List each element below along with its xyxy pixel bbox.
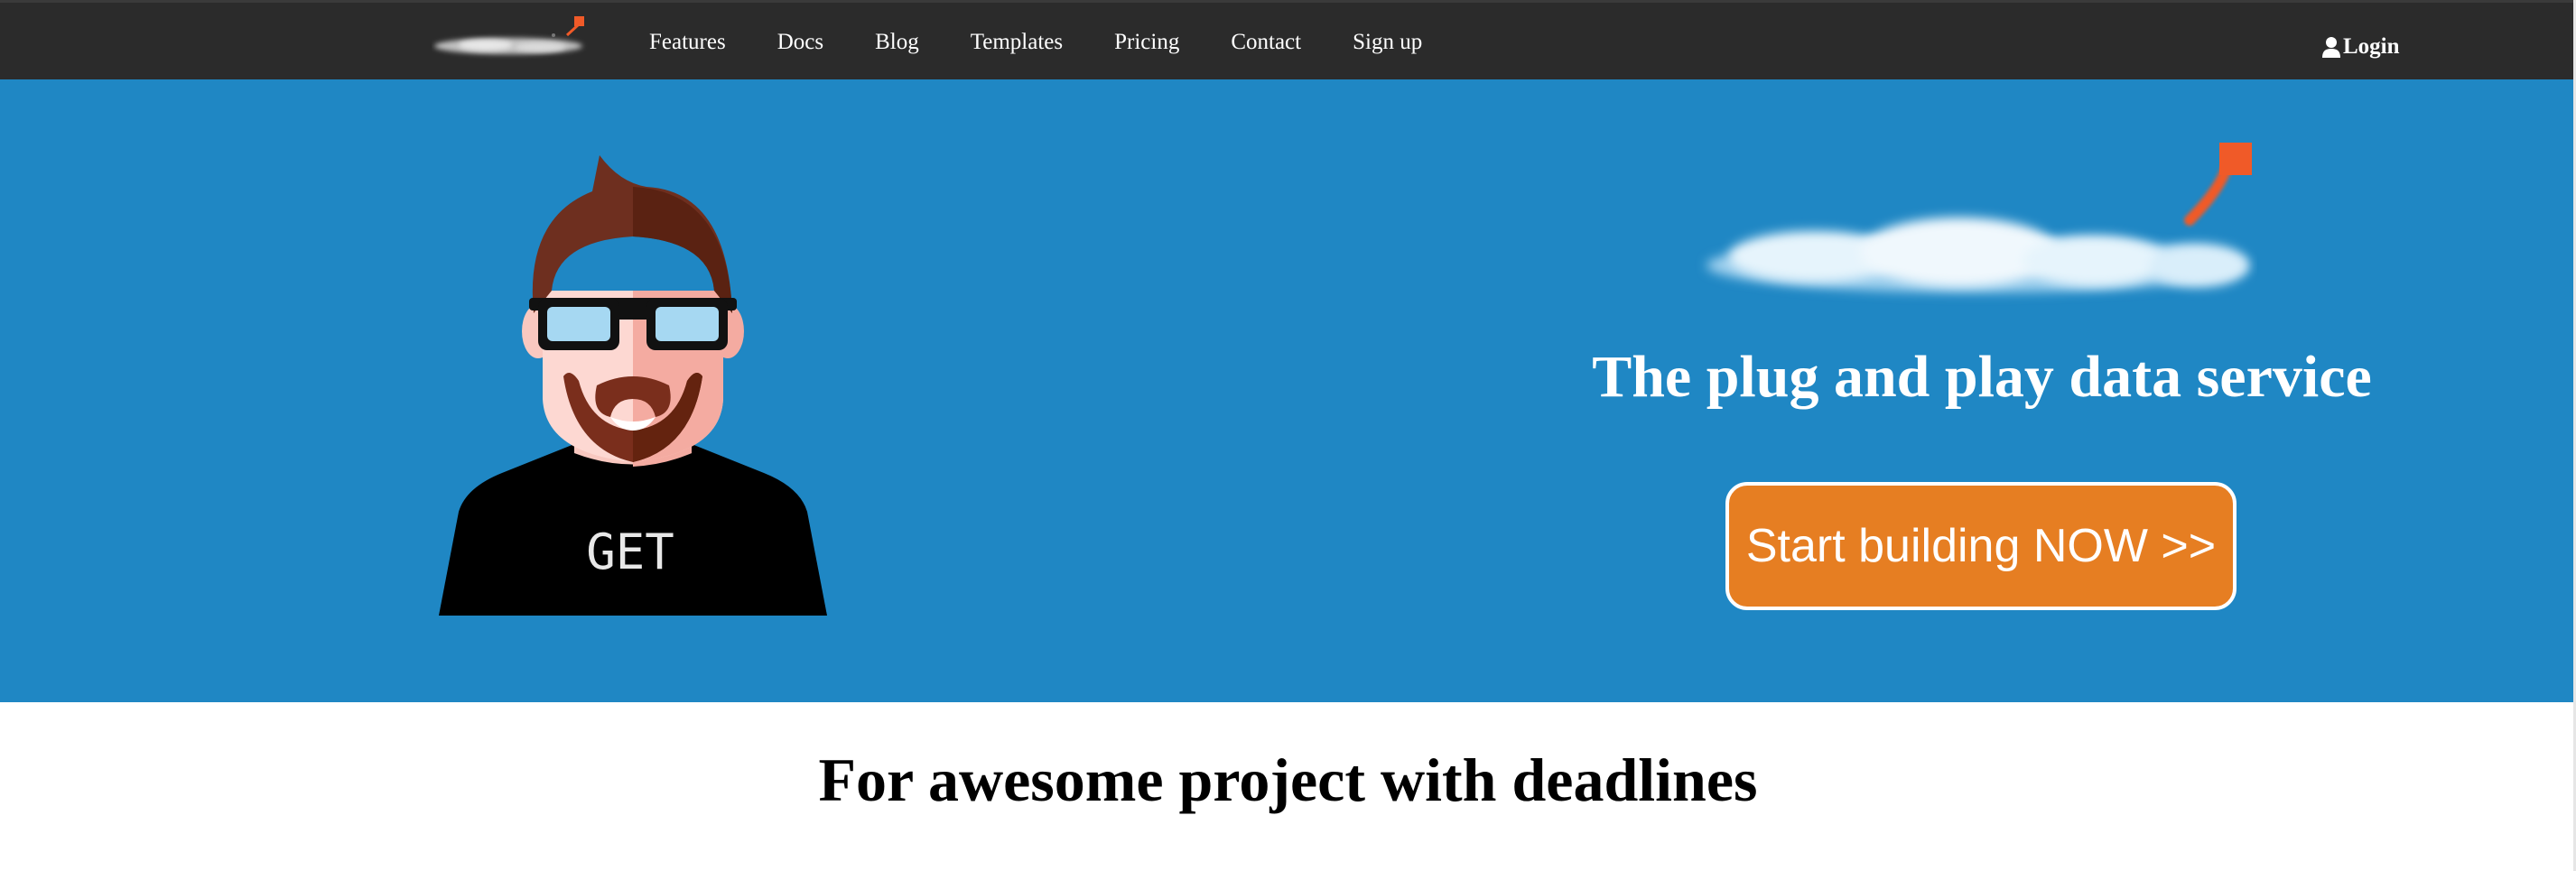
- section-title: For awesome project with deadlines: [818, 746, 1758, 814]
- hero-tagline: The plug and play data service: [1592, 344, 2372, 410]
- nav-link-templates[interactable]: Templates: [971, 30, 1063, 55]
- hero-section: GET The plug and play data service Start…: [0, 79, 2573, 702]
- nav-links: Features Docs Blog Templates Pricing Con…: [649, 3, 1474, 82]
- nav-link-blog[interactable]: Blog: [875, 30, 919, 55]
- nav-link-contact[interactable]: Contact: [1231, 30, 1301, 55]
- user-icon: [2322, 37, 2340, 58]
- cloud-logo-icon: [1706, 143, 2252, 292]
- start-building-button[interactable]: Start building NOW >>: [1725, 482, 2237, 610]
- login-label: Login: [2343, 34, 2400, 59]
- nav-link-features[interactable]: Features: [649, 30, 726, 55]
- top-navbar: Features Docs Blog Templates Pricing Con…: [0, 0, 2576, 79]
- login-button[interactable]: Login: [2321, 3, 2400, 91]
- cloud-logo-icon[interactable]: [432, 14, 594, 68]
- nav-link-docs[interactable]: Docs: [777, 30, 823, 55]
- avatar-shirt-text: GET: [586, 524, 674, 580]
- nav-link-pricing[interactable]: Pricing: [1114, 30, 1179, 55]
- developer-avatar-illustration: GET: [439, 155, 827, 616]
- nav-link-signup[interactable]: Sign up: [1353, 30, 1422, 55]
